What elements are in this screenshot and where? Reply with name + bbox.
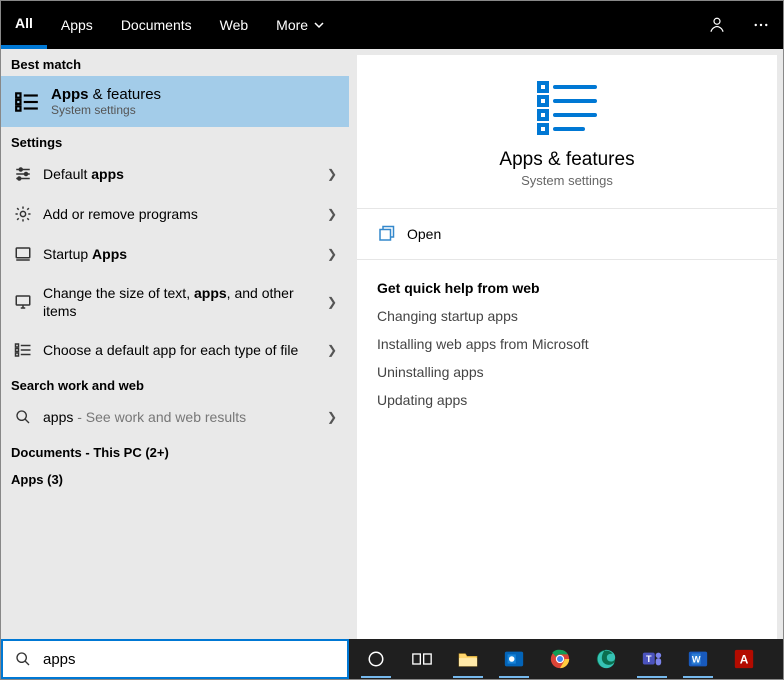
tab-documents[interactable]: Documents <box>107 1 206 49</box>
word-icon: W <box>687 648 709 670</box>
task-file-explorer[interactable] <box>445 639 491 679</box>
gear-icon <box>13 204 33 224</box>
task-taskview[interactable] <box>399 639 445 679</box>
task-chrome[interactable] <box>537 639 583 679</box>
tab-more-label: More <box>276 17 308 33</box>
display-icon <box>13 292 33 312</box>
best-match-title: Apps & features <box>51 86 161 103</box>
task-teams[interactable]: T <box>629 639 675 679</box>
chevron-right-icon: ❯ <box>327 343 337 357</box>
search-window: All Apps Documents Web More Best match A… <box>0 0 784 680</box>
preview-subtitle: System settings <box>521 173 613 188</box>
help-link[interactable]: Changing startup apps <box>377 308 757 324</box>
results-list: Best match Apps & features System settin… <box>1 49 349 639</box>
options-button[interactable] <box>739 1 783 49</box>
search-input[interactable] <box>43 651 347 668</box>
settings-item-label: Startup Apps <box>43 245 327 263</box>
settings-item-default-apps[interactable]: Default apps ❯ <box>1 154 349 194</box>
tab-more[interactable]: More <box>262 1 338 49</box>
sliders-icon <box>13 164 33 184</box>
chevron-right-icon: ❯ <box>327 410 337 424</box>
web-search-label: apps - See work and web results <box>43 408 327 426</box>
tab-web[interactable]: Web <box>206 1 263 49</box>
startup-icon <box>13 244 33 264</box>
chrome-icon <box>550 649 570 669</box>
svg-text:W: W <box>692 655 701 665</box>
taskbar: T W A <box>349 639 783 679</box>
task-cortana[interactable] <box>353 639 399 679</box>
preview-open-label: Open <box>407 226 441 242</box>
svg-text:T: T <box>646 654 652 664</box>
preview-open-action[interactable]: Open <box>357 209 777 260</box>
chevron-right-icon: ❯ <box>327 207 337 221</box>
acrobat-icon: A <box>733 648 755 670</box>
folder-icon <box>457 650 479 668</box>
outlook-icon <box>503 648 525 670</box>
section-settings: Settings <box>1 127 349 154</box>
preview-card: Apps & features System settings Open Get… <box>357 55 777 639</box>
task-outlook[interactable] <box>491 639 537 679</box>
section-documents-pc[interactable]: Documents - This PC (2+) <box>1 437 349 464</box>
quick-help-title: Get quick help from web <box>377 280 757 296</box>
teams-icon: T <box>641 648 663 670</box>
settings-item-default-per-type[interactable]: Choose a default app for each type of fi… <box>1 330 349 370</box>
help-link[interactable]: Installing web apps from Microsoft <box>377 336 757 352</box>
search-icon <box>3 651 43 667</box>
best-match-item[interactable]: Apps & features System settings <box>1 76 349 127</box>
apps-features-icon <box>13 88 41 116</box>
feedback-button[interactable] <box>695 1 739 49</box>
task-word[interactable]: W <box>675 639 721 679</box>
settings-item-label: Change the size of text, apps, and other… <box>43 284 327 320</box>
edge-icon <box>596 649 616 669</box>
section-best-match: Best match <box>1 49 349 76</box>
task-acrobat[interactable]: A <box>721 639 767 679</box>
chevron-down-icon <box>314 20 324 30</box>
apps-features-large-icon <box>535 79 599 135</box>
preview-title: Apps & features <box>499 149 634 171</box>
settings-item-startup-apps[interactable]: Startup Apps ❯ <box>1 234 349 274</box>
preview-pane: Apps & features System settings Open Get… <box>349 49 783 639</box>
help-link[interactable]: Updating apps <box>377 392 757 408</box>
open-icon <box>377 225 395 243</box>
settings-item-label: Default apps <box>43 165 327 183</box>
search-box[interactable] <box>1 639 349 679</box>
task-edge[interactable] <box>583 639 629 679</box>
settings-item-add-remove[interactable]: Add or remove programs ❯ <box>1 194 349 234</box>
section-apps-count[interactable]: Apps (3) <box>1 464 349 491</box>
ellipsis-icon <box>752 16 770 34</box>
search-icon <box>13 407 33 427</box>
cortana-icon <box>367 650 385 668</box>
settings-item-label: Add or remove programs <box>43 205 327 223</box>
results-body: Best match Apps & features System settin… <box>1 49 783 639</box>
help-link[interactable]: Uninstalling apps <box>377 364 757 380</box>
best-match-text: Apps & features System settings <box>51 86 161 117</box>
chevron-right-icon: ❯ <box>327 295 337 309</box>
best-match-subtitle: System settings <box>51 103 161 117</box>
scope-tabbar: All Apps Documents Web More <box>1 1 783 49</box>
settings-item-label: Choose a default app for each type of fi… <box>43 341 327 359</box>
section-search-work-web: Search work and web <box>1 370 349 397</box>
svg-text:A: A <box>740 653 749 667</box>
tabbar-spacer <box>338 1 695 49</box>
preview-header: Apps & features System settings <box>357 55 777 209</box>
list-icon <box>13 340 33 360</box>
web-search-item[interactable]: apps - See work and web results ❯ <box>1 397 349 437</box>
chevron-right-icon: ❯ <box>327 247 337 261</box>
chevron-right-icon: ❯ <box>327 167 337 181</box>
taskview-icon <box>412 651 432 667</box>
tab-all[interactable]: All <box>1 1 47 49</box>
bottom-bar: T W A <box>1 639 783 679</box>
settings-item-text-size[interactable]: Change the size of text, apps, and other… <box>1 274 349 330</box>
quick-help-block: Get quick help from web Changing startup… <box>357 260 777 420</box>
feedback-icon <box>708 16 726 34</box>
tab-apps[interactable]: Apps <box>47 1 107 49</box>
